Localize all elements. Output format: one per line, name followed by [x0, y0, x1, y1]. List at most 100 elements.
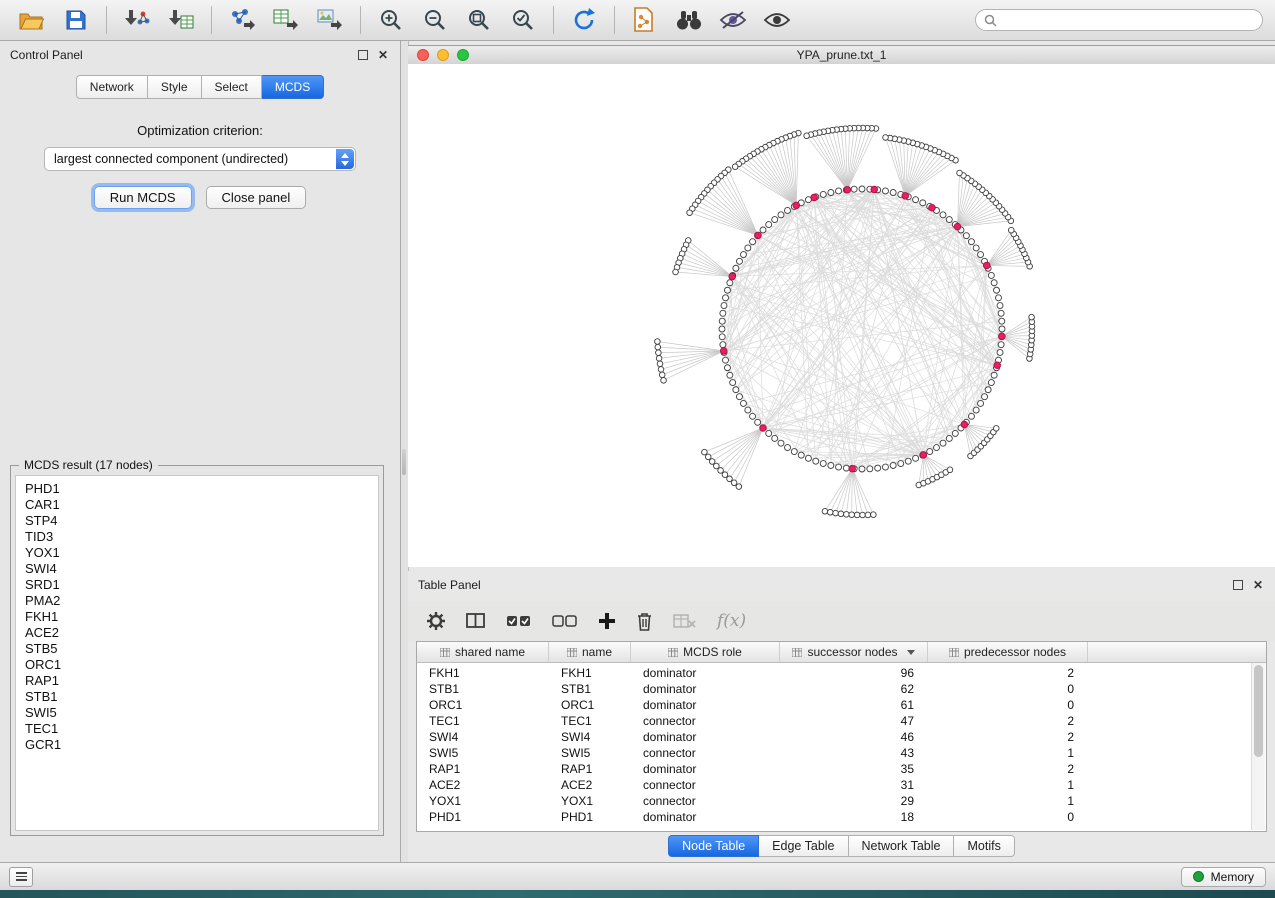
- column-header-successor-nodes[interactable]: successor nodes: [780, 642, 928, 662]
- maximize-window-button[interactable]: [457, 49, 469, 61]
- dominator-node[interactable]: [849, 465, 856, 472]
- mcds-result-item[interactable]: YOX1: [25, 545, 378, 561]
- float-table-panel-button[interactable]: [1231, 578, 1245, 592]
- run-mcds-button[interactable]: Run MCDS: [94, 186, 192, 209]
- search-field[interactable]: [975, 9, 1263, 31]
- scrollbar-thumb[interactable]: [1254, 665, 1263, 757]
- level-of-detail-button[interactable]: [713, 3, 753, 37]
- column-header-predecessor-nodes[interactable]: predecessor nodes: [928, 642, 1088, 662]
- show-columns-button[interactable]: [466, 607, 486, 635]
- mcds-result-item[interactable]: RAP1: [25, 673, 378, 689]
- table-row[interactable]: TEC1TEC1connector472: [417, 713, 1266, 729]
- dominator-node[interactable]: [729, 273, 736, 280]
- zoom-selected-button[interactable]: [503, 3, 543, 37]
- dominator-node[interactable]: [844, 186, 851, 193]
- minimize-window-button[interactable]: [437, 49, 449, 61]
- tab-style[interactable]: Style: [148, 75, 202, 99]
- dominator-node[interactable]: [983, 262, 990, 269]
- add-column-button[interactable]: [598, 607, 616, 635]
- export-network-button[interactable]: [222, 3, 262, 37]
- close-table-panel-button[interactable]: ✕: [1251, 578, 1265, 592]
- search-network-button[interactable]: [669, 3, 709, 37]
- mcds-result-item[interactable]: SRD1: [25, 577, 378, 593]
- table-row[interactable]: ORC1ORC1dominator610: [417, 697, 1266, 713]
- splitter-grip[interactable]: [402, 449, 406, 475]
- network-canvas[interactable]: [408, 64, 1275, 567]
- close-panel-button-mcds[interactable]: Close panel: [206, 186, 307, 209]
- column-header-name[interactable]: name: [549, 642, 631, 662]
- tab-mcds[interactable]: MCDS: [262, 75, 324, 99]
- mcds-result-item[interactable]: PHD1: [25, 481, 378, 497]
- import-table-button[interactable]: [161, 3, 201, 37]
- table-row[interactable]: RAP1RAP1dominator352: [417, 761, 1266, 777]
- table-settings-button[interactable]: [426, 607, 446, 635]
- mcds-result-item[interactable]: ORC1: [25, 657, 378, 673]
- network-file-button[interactable]: [625, 3, 665, 37]
- column-header-mcds-role[interactable]: MCDS role: [631, 642, 780, 662]
- zoom-out-button[interactable]: [415, 3, 455, 37]
- dominator-node[interactable]: [760, 425, 767, 432]
- network-window-titlebar[interactable]: YPA_prune.txt_1: [408, 46, 1275, 65]
- mcds-result-item[interactable]: GCR1: [25, 737, 378, 753]
- export-image-button[interactable]: [310, 3, 350, 37]
- table-scrollbar[interactable]: [1251, 663, 1265, 830]
- tab-node-table[interactable]: Node Table: [668, 835, 759, 857]
- dominator-node[interactable]: [929, 204, 936, 211]
- task-history-button[interactable]: [9, 867, 33, 887]
- memory-button[interactable]: Memory: [1181, 867, 1266, 887]
- tab-edge-table[interactable]: Edge Table: [759, 835, 848, 857]
- mcds-result-item[interactable]: STB5: [25, 641, 378, 657]
- mcds-result-item[interactable]: TID3: [25, 529, 378, 545]
- dominator-node[interactable]: [755, 232, 762, 239]
- mcds-result-item[interactable]: STP4: [25, 513, 378, 529]
- mcds-result-item[interactable]: TEC1: [25, 721, 378, 737]
- table-row[interactable]: SWI4SWI4dominator462: [417, 729, 1266, 745]
- mcds-result-item[interactable]: ACE2: [25, 625, 378, 641]
- delete-column-button[interactable]: [636, 607, 653, 635]
- float-panel-button[interactable]: [356, 48, 370, 62]
- function-builder-button[interactable]: f(x): [717, 607, 746, 635]
- table-row[interactable]: ACE2ACE2connector311: [417, 777, 1266, 793]
- mcds-result-item[interactable]: FKH1: [25, 609, 378, 625]
- network-graph[interactable]: [408, 64, 1275, 567]
- column-header-shared-name[interactable]: shared name: [417, 642, 549, 662]
- criterion-dropdown[interactable]: largest connected component (undirected): [44, 147, 356, 171]
- mcds-result-item[interactable]: CAR1: [25, 497, 378, 513]
- import-network-button[interactable]: [117, 3, 157, 37]
- mcds-result-item[interactable]: PMA2: [25, 593, 378, 609]
- table-row[interactable]: YOX1YOX1connector291: [417, 793, 1266, 809]
- dominator-node[interactable]: [961, 421, 968, 428]
- deselect-all-rows-button[interactable]: [552, 607, 578, 635]
- dominator-node[interactable]: [871, 186, 878, 193]
- zoom-fit-button[interactable]: [459, 3, 499, 37]
- export-table-button[interactable]: [266, 3, 306, 37]
- dominator-node[interactable]: [811, 194, 818, 201]
- table-row[interactable]: FKH1FKH1dominator962: [417, 665, 1266, 681]
- tab-select[interactable]: Select: [202, 75, 262, 99]
- dominator-node[interactable]: [954, 223, 961, 230]
- mcds-result-item[interactable]: SWI4: [25, 561, 378, 577]
- dominator-node[interactable]: [920, 452, 927, 459]
- tab-motifs[interactable]: Motifs: [954, 835, 1014, 857]
- mcds-result-item[interactable]: SWI5: [25, 705, 378, 721]
- dominator-node[interactable]: [902, 193, 909, 200]
- dominator-node[interactable]: [999, 333, 1006, 340]
- zoom-in-button[interactable]: [371, 3, 411, 37]
- tab-network[interactable]: Network: [76, 75, 148, 99]
- open-file-button[interactable]: [12, 3, 52, 37]
- mcds-result-item[interactable]: STB1: [25, 689, 378, 705]
- select-all-rows-button[interactable]: [506, 607, 532, 635]
- close-panel-button[interactable]: ✕: [376, 48, 390, 62]
- tab-network-table[interactable]: Network Table: [849, 835, 955, 857]
- delete-table-button[interactable]: [673, 607, 697, 635]
- save-session-button[interactable]: [56, 3, 96, 37]
- search-input[interactable]: [1003, 12, 1254, 28]
- dominator-node[interactable]: [994, 362, 1001, 369]
- dominator-node[interactable]: [793, 202, 800, 209]
- mcds-result-list[interactable]: PHD1CAR1STP4TID3YOX1SWI4SRD1PMA2FKH1ACE2…: [15, 475, 379, 831]
- table-row[interactable]: PHD1PHD1dominator180: [417, 809, 1266, 825]
- table-row[interactable]: STB1STB1dominator620: [417, 681, 1266, 697]
- dominator-node[interactable]: [720, 348, 727, 355]
- table-row[interactable]: SWI5SWI5connector431: [417, 745, 1266, 761]
- show-graphics-details-button[interactable]: [757, 3, 797, 37]
